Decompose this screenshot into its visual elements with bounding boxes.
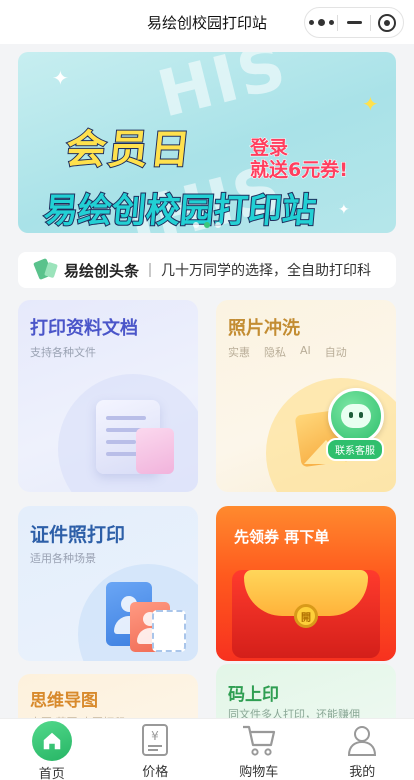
card-subtitle: 适用各种场景 xyxy=(30,552,96,565)
banner-bg-decoration: HIS xyxy=(150,52,295,133)
page: 易绘创校园打印站 HIS IHIS ✦ ✦ ✦ ✦ 会员日 登录 就送6元券! … xyxy=(0,0,414,780)
tab-label: 购物车 xyxy=(239,765,279,780)
sparkle-icon: ✦ xyxy=(362,92,379,116)
tab-cart[interactable]: 购物车 xyxy=(207,719,311,780)
home-icon xyxy=(31,721,72,761)
photo-tags: 实惠 隐私 AI 自动 xyxy=(228,344,347,360)
promo-banner[interactable]: HIS IHIS ✦ ✦ ✦ ✦ 会员日 登录 就送6元券! 易绘创校园打印站 xyxy=(18,52,396,233)
card-title: 证件照打印 xyxy=(30,524,126,546)
photo-tag: 隐私 xyxy=(264,346,286,359)
photo-tag: AI xyxy=(300,344,311,357)
svg-text:¥: ¥ xyxy=(151,729,159,743)
banner-brand-title: 易绘创校园打印站 xyxy=(41,190,318,232)
print-documents-card[interactable]: 打印资料文档 支持各种文件 xyxy=(18,300,198,492)
minimize-icon xyxy=(346,21,362,24)
carousel-dot[interactable] xyxy=(215,222,221,228)
card-title: 思维导图 xyxy=(30,691,98,711)
notice-divider xyxy=(149,263,152,277)
notice-text: 几十万同学的选择，全自助打印科 xyxy=(161,263,372,279)
tab-label: 价格 xyxy=(142,765,169,780)
price-list-icon: ¥ xyxy=(135,721,175,759)
banner-promo-line1: 登录 xyxy=(250,137,289,160)
mini-program-capsule xyxy=(304,7,404,38)
user-icon xyxy=(342,721,382,759)
card-title: 码上印 xyxy=(228,685,279,705)
customer-service-avatar[interactable] xyxy=(328,388,384,444)
coupon-card[interactable]: 先领券 再下单 開 xyxy=(216,506,396,661)
notice-brand: 易绘创头条 xyxy=(64,261,140,280)
photo-tag: 自动 xyxy=(324,346,347,359)
robot-face-icon xyxy=(341,404,371,428)
bottom-tab-bar: 首页 ¥ 价格 购物车 我的 xyxy=(0,718,414,780)
sparkle-icon: ✦ xyxy=(338,202,350,218)
tab-label: 首页 xyxy=(38,767,65,780)
more-menu-button[interactable] xyxy=(305,8,337,37)
cart-icon xyxy=(239,721,279,759)
id-photo-card[interactable]: 证件照打印 适用各种场景 xyxy=(18,506,198,661)
carousel-dot-active[interactable] xyxy=(204,222,210,228)
money-icon xyxy=(32,258,60,280)
headline-notice-bar[interactable]: 易绘创头条 几十万同学的选择，全自助打印科 xyxy=(18,252,396,288)
red-envelope-icon: 開 xyxy=(232,570,380,658)
close-target-icon xyxy=(378,13,396,32)
sparkle-icon: ✦ xyxy=(52,66,69,90)
contact-service-button[interactable]: 联系客服 xyxy=(326,438,384,461)
coin-icon: 開 xyxy=(294,604,318,628)
tab-label: 我的 xyxy=(349,765,376,780)
id-photo-frame-icon xyxy=(152,610,186,652)
top-nav-bar: 易绘创校园打印站 xyxy=(0,0,414,44)
more-dots-icon xyxy=(308,19,334,26)
banner-promo-line2: 就送6元券! xyxy=(250,158,349,181)
carousel-dot[interactable] xyxy=(193,222,199,228)
minimize-button[interactable] xyxy=(338,8,370,37)
banner-promo: 登录 就送6元券! xyxy=(250,137,349,182)
tab-home[interactable]: 首页 xyxy=(0,719,104,780)
document-page-icon xyxy=(136,428,174,474)
close-button[interactable] xyxy=(371,8,403,37)
card-title: 照片冲洗 xyxy=(228,318,300,339)
banner-headline: 会员日 xyxy=(63,126,196,174)
tab-mine[interactable]: 我的 xyxy=(311,719,414,780)
card-title: 先领券 再下单 xyxy=(234,528,330,546)
card-title: 打印资料文档 xyxy=(30,318,138,339)
carousel-indicator xyxy=(193,222,221,228)
photo-print-card[interactable]: 照片冲洗 实惠 隐私 AI 自动 联系客服 xyxy=(216,300,396,492)
card-subtitle: 支持各种文件 xyxy=(30,346,96,359)
photo-tag: 实惠 xyxy=(228,346,250,359)
tab-price[interactable]: ¥ 价格 xyxy=(104,719,208,780)
